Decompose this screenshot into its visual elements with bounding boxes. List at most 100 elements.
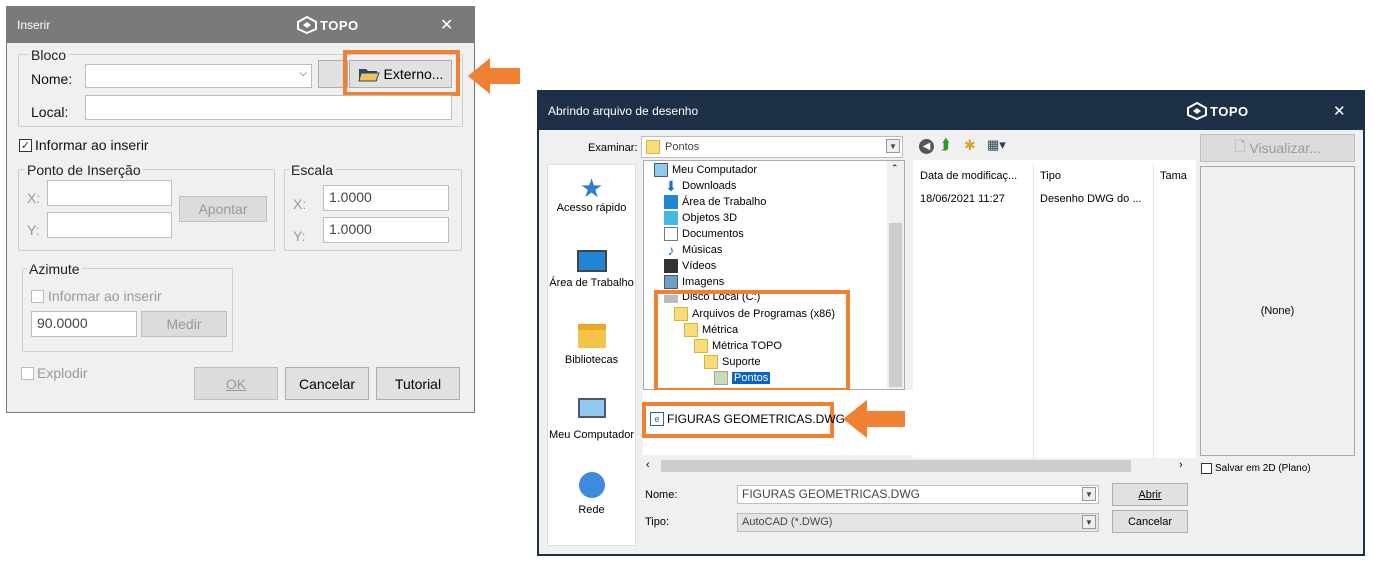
ponto-x-field[interactable]: [47, 180, 172, 206]
column-divider: [1153, 164, 1154, 458]
place-acesso-rapido[interactable]: ★ Acesso rápido: [547, 174, 636, 214]
close-icon[interactable]: ✕: [1333, 102, 1346, 120]
open-dialog-titlebar: Abrindo arquivo de desenho TOPO ✕: [539, 92, 1363, 130]
tree-item[interactable]: Objetos 3D: [664, 211, 737, 225]
network-icon: [578, 472, 605, 498]
chevron-down-icon: ▼: [1082, 515, 1096, 529]
path-highlight: [654, 290, 850, 392]
salvar-2d-checkbox[interactable]: Salvar em 2D (Plano): [1201, 463, 1311, 474]
cancelar-button[interactable]: Cancelar: [285, 367, 369, 400]
column-type[interactable]: Tipo: [1040, 170, 1061, 182]
informar-ao-inserir-label: Informar ao inserir: [35, 137, 149, 153]
file-item[interactable]: e FIGURAS GEOMETRICAS.DWG: [650, 412, 845, 426]
scroll-up-icon[interactable]: ⌃: [891, 163, 899, 174]
examinar-label: Examinar:: [588, 142, 638, 154]
informar-ao-inserir-checkbox[interactable]: ✓ Informar ao inserir: [19, 137, 149, 153]
local-field[interactable]: [85, 95, 452, 120]
tipo-label: Tipo:: [645, 516, 670, 528]
preview-icon: 🗋: [1234, 138, 1246, 154]
examinar-value: Pontos: [665, 141, 700, 153]
scroll-left-icon[interactable]: ‹: [646, 459, 650, 471]
azimute-field[interactable]: 90.0000: [31, 311, 137, 337]
horizontal-scrollbar[interactable]: ‹ ›: [643, 458, 1196, 474]
azimute-group: [22, 268, 233, 352]
tree-item[interactable]: Meu Computador: [654, 163, 757, 177]
escala-y-label: Y:: [293, 228, 306, 244]
place-bibliotecas[interactable]: Bibliotecas: [547, 324, 636, 366]
close-icon[interactable]: ✕: [440, 15, 453, 35]
insert-dialog-titlebar: Inserir TOPO ✕: [7, 7, 474, 43]
nome-dropdown[interactable]: ⌵: [85, 64, 312, 88]
scroll-right-icon[interactable]: ›: [1179, 459, 1183, 471]
examinar-dropdown[interactable]: Pontos ▼: [641, 136, 903, 158]
libraries-icon: [577, 324, 606, 348]
place-meu-computador[interactable]: Meu Computador: [547, 398, 636, 443]
nome-field[interactable]: FIGURAS GEOMETRICAS.DWG ▼: [737, 485, 1099, 504]
music-icon: ♪: [667, 242, 675, 258]
dwg-file-icon: e: [650, 412, 664, 426]
nome-label: Nome:: [31, 71, 73, 87]
chevron-down-icon: ▼: [886, 139, 900, 153]
azimute-informar-label: Informar ao inserir: [48, 288, 162, 304]
insert-dialog-title: Inserir: [17, 18, 51, 32]
back-icon[interactable]: ◀: [919, 139, 934, 154]
checkbox-icon: [21, 366, 34, 380]
explodir-checkbox[interactable]: Explodir: [21, 365, 88, 381]
tree-item[interactable]: ♪ Músicas: [664, 242, 723, 258]
escala-label: Escala: [289, 162, 336, 178]
video-icon: [664, 259, 678, 273]
abrir-button[interactable]: Abrir: [1112, 483, 1188, 506]
column-size[interactable]: Tama: [1160, 170, 1187, 182]
topo-logo-icon: [297, 16, 317, 34]
chevron-down-icon: ▼: [1082, 487, 1096, 501]
topo-logo-text: TOPO: [1210, 103, 1249, 119]
checkbox-icon: [1201, 463, 1212, 474]
tree-item[interactable]: Documentos: [664, 227, 744, 241]
tree-scroll-thumb[interactable]: [889, 223, 902, 387]
checkmark-icon: ✓: [19, 138, 32, 152]
document-icon: [664, 227, 678, 241]
azimute-label: Azimute: [27, 261, 82, 277]
topo-logo-icon: [1187, 102, 1207, 120]
column-date[interactable]: Data de modificaç...: [920, 170, 1017, 182]
escala-y-field[interactable]: 1.0000: [323, 217, 449, 243]
medir-button[interactable]: Medir: [141, 311, 227, 337]
tree-item[interactable]: Imagens: [664, 275, 724, 289]
ponto-y-label: Y:: [27, 222, 40, 238]
tree-item[interactable]: Área de Trabalho: [664, 195, 766, 209]
tree-scrollbar[interactable]: ⌃: [887, 161, 904, 389]
horizontal-scroll-thumb[interactable]: [661, 460, 1131, 472]
view-menu-icon[interactable]: ▦▾: [987, 137, 1006, 153]
ok-button[interactable]: OK: [194, 367, 278, 400]
visualizar-button[interactable]: 🗋 Visualizar...: [1200, 134, 1355, 162]
open-dialog-title: Abrindo arquivo de desenho: [548, 104, 699, 118]
tutorial-button[interactable]: Tutorial: [376, 367, 460, 400]
insert-dialog: Inserir TOPO ✕ Bloco Nome: ⌵ Externo... …: [6, 6, 475, 413]
place-area-de-trabalho[interactable]: Área de Trabalho: [547, 250, 636, 291]
tipo-dropdown[interactable]: AutoCAD (*.DWG) ▼: [737, 513, 1099, 532]
escala-x-field[interactable]: 1.0000: [323, 185, 449, 211]
column-divider: [1033, 164, 1034, 458]
orange-arrow-icon: [468, 58, 520, 94]
tree-item[interactable]: Vídeos: [664, 259, 716, 273]
bloco-group-label: Bloco: [29, 47, 69, 63]
tree-item[interactable]: ⬇ Downloads: [664, 179, 736, 193]
ponto-x-label: X:: [27, 190, 41, 206]
up-folder-icon[interactable]: ⮭: [941, 136, 950, 153]
topo-logo: TOPO: [1187, 102, 1249, 120]
download-icon: ⬇: [665, 178, 677, 194]
ponto-insercao-label: Ponto de Inserção: [25, 162, 143, 178]
azimute-informar-checkbox[interactable]: Informar ao inserir: [31, 288, 162, 304]
topo-logo-text: TOPO: [320, 17, 359, 33]
externo-button[interactable]: Externo...: [349, 60, 452, 88]
ponto-y-field[interactable]: [47, 212, 172, 238]
cancelar-button[interactable]: Cancelar: [1112, 510, 1188, 533]
place-rede[interactable]: Rede: [547, 472, 636, 516]
desktop-icon: [576, 250, 607, 272]
apontar-button[interactable]: Apontar: [179, 196, 267, 222]
topo-logo: TOPO: [297, 16, 359, 34]
cube-icon: [664, 211, 678, 225]
star-icon: ★: [579, 173, 604, 203]
explodir-label: Explodir: [37, 365, 88, 381]
new-folder-icon[interactable]: ✱: [964, 137, 976, 154]
